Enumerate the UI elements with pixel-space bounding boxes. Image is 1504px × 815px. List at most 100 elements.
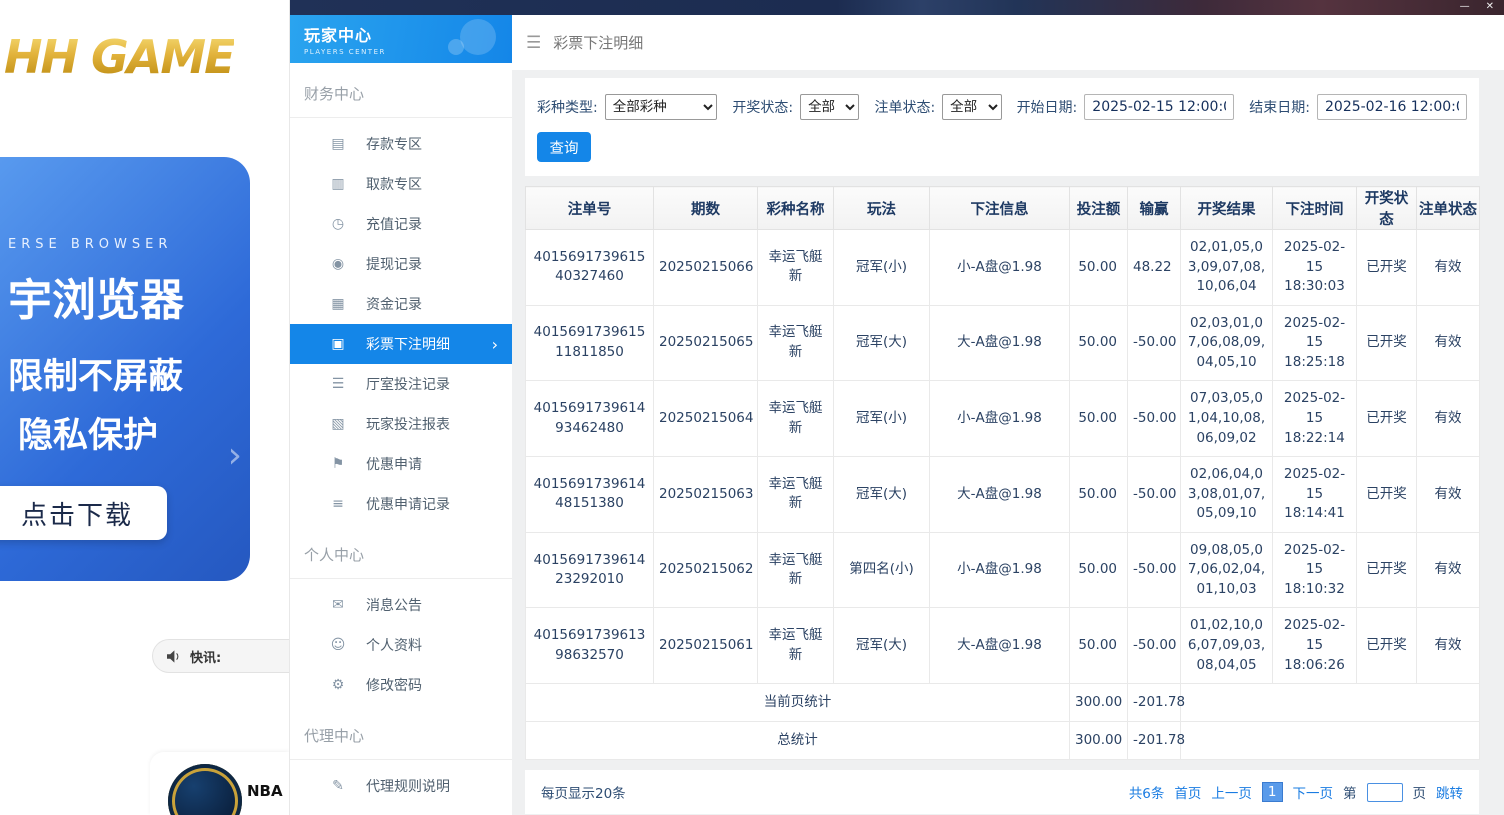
hamburger-icon[interactable]: ☰ — [526, 33, 541, 53]
cell-win-loss: -50.00 — [1128, 457, 1181, 533]
report-icon: ▧ — [330, 416, 346, 432]
cell-bet-time: 2025-02-15 18:22:14 — [1273, 381, 1357, 457]
sidebar-item-fund-records[interactable]: ▦ 资金记录 — [290, 284, 512, 324]
cell-bet-no: 401569173961511811850 — [526, 305, 654, 381]
cell-lottery: 幸运飞艇新 — [758, 381, 834, 457]
table-row: 401569173961448151380 20250215063 幸运飞艇新 … — [526, 457, 1480, 533]
summary-win-loss: -201.78 — [1128, 684, 1181, 722]
sidebar-item-recharge-records[interactable]: ◷ 充值记录 — [290, 204, 512, 244]
search-button[interactable]: 查询 — [537, 132, 591, 162]
sidebar-item-label: 修改密码 — [366, 675, 422, 695]
cell-bet-time: 2025-02-15 18:30:03 — [1273, 230, 1357, 306]
draw-status-select[interactable]: 全部 — [800, 94, 859, 120]
sidebar-item-lottery-bet-details[interactable]: ▣ 彩票下注明细 › — [290, 324, 512, 364]
person-icon: ☺ — [330, 637, 346, 653]
col-win-loss: 输赢 — [1128, 187, 1181, 230]
pagination-bar: 每页显示20条 共6条 首页 上一页 1 下一页 第 页 跳转 — [525, 770, 1479, 814]
start-date-input[interactable] — [1084, 94, 1234, 120]
page-jump-input[interactable] — [1367, 783, 1403, 802]
end-date-input[interactable] — [1317, 94, 1467, 120]
sidebar-item-agent-rules[interactable]: ✎ 代理规则说明 — [290, 766, 512, 806]
jump-button[interactable]: 跳转 — [1436, 782, 1463, 802]
cell-bet-info: 大-A盘@1.98 — [930, 457, 1070, 533]
cell-play: 冠军(小) — [834, 230, 930, 306]
sidebar-item-promo-apply-records[interactable]: ≡ 优惠申请记录 — [290, 484, 512, 524]
sidebar-item-label: 存款专区 — [366, 134, 422, 154]
cell-bet-status: 有效 — [1417, 381, 1480, 457]
download-button[interactable]: 点击下载 — [0, 486, 167, 540]
bet-status-label: 注单状态: — [874, 97, 935, 117]
cell-amount: 50.00 — [1070, 381, 1128, 457]
sidebar-item-player-bet-report[interactable]: ▧ 玩家投注报表 — [290, 404, 512, 444]
total-count: 共6条 — [1129, 782, 1165, 802]
cell-play: 冠军(小) — [834, 381, 930, 457]
player-center-panel: — ✕ 玩家中心 PLAYERS CENTER 财务中心 ▤ 存款专区 ▥ 取款… — [290, 0, 1504, 815]
cell-bet-status: 有效 — [1417, 230, 1480, 306]
sidebar-item-change-password[interactable]: ⚙ 修改密码 — [290, 665, 512, 705]
table-header-row: 注单号 期数 彩种名称 玩法 下注信息 投注额 输赢 开奖结果 下注时间 开奖状… — [526, 187, 1480, 230]
sidebar-item-label: 取款专区 — [366, 174, 422, 194]
cell-result: 02,01,05,03,09,07,08,10,06,04 — [1181, 230, 1273, 306]
sidebar-item-withdraw[interactable]: ▥ 取款专区 — [290, 164, 512, 204]
cell-result: 01,02,10,06,07,09,03,08,04,05 — [1181, 608, 1273, 684]
cell-amount: 50.00 — [1070, 305, 1128, 381]
sidebar-item-messages[interactable]: ✉ 消息公告 — [290, 585, 512, 625]
background-page: HH GAME ERSE BROWSER 宇浏览器 限制不屏蔽 隐私保护 点击下… — [0, 0, 290, 815]
sidebar: 玩家中心 PLAYERS CENTER 财务中心 ▤ 存款专区 ▥ 取款专区 ◷… — [290, 15, 512, 815]
close-button[interactable]: ✕ — [1486, 0, 1494, 14]
sidebar-item-label: 代理规则说明 — [366, 776, 450, 796]
cell-win-loss: -50.00 — [1128, 532, 1181, 608]
cell-period: 20250215066 — [654, 230, 758, 306]
cell-bet-info: 小-A盘@1.98 — [930, 381, 1070, 457]
lottery-type-select[interactable]: 全部彩种 — [605, 94, 718, 120]
current-page-button[interactable]: 1 — [1262, 782, 1283, 802]
cell-play: 冠军(大) — [834, 608, 930, 684]
next-page-link[interactable]: 下一页 — [1293, 782, 1334, 802]
sidebar-item-hall-bet-records[interactable]: ☰ 厅室投注记录 — [290, 364, 512, 404]
section-label-finance: 财务中心 — [290, 63, 512, 118]
cell-bet-time: 2025-02-15 18:10:32 — [1273, 532, 1357, 608]
filter-panel: 彩种类型: 全部彩种 开奖状态: 全部 注单状态: 全部 开始日期: — [525, 78, 1479, 176]
col-bet-no: 注单号 — [526, 187, 654, 230]
cell-bet-info: 大-A盘@1.98 — [930, 305, 1070, 381]
sidebar-item-profile[interactable]: ☺ 个人资料 — [290, 625, 512, 665]
jump-suffix: 页 — [1413, 782, 1427, 802]
sidebar-item-agent-team-stats[interactable]: ▨ 代理团队统计 — [290, 806, 512, 815]
sidebar-item-deposit[interactable]: ▤ 存款专区 — [290, 124, 512, 164]
col-bet-info: 下注信息 — [930, 187, 1070, 230]
banner-tagline: ERSE BROWSER — [8, 237, 250, 252]
bell-icon: ✉ — [330, 597, 346, 613]
summary-label: 总统计 — [526, 722, 1070, 760]
cell-win-loss: -50.00 — [1128, 381, 1181, 457]
cell-draw-status: 已开奖 — [1357, 230, 1417, 306]
gift-icon: ⚑ — [330, 456, 346, 472]
list-icon: ≡ — [330, 496, 346, 512]
cell-bet-no: 401569173961540327460 — [526, 230, 654, 306]
section-label-agent: 代理中心 — [290, 705, 512, 760]
news-marquee: 快讯: — [152, 639, 290, 673]
document-icon: ✎ — [330, 778, 346, 794]
cell-win-loss: -50.00 — [1128, 305, 1181, 381]
cell-bet-no: 401569173961423292010 — [526, 532, 654, 608]
minimize-button[interactable]: — — [1460, 0, 1470, 14]
sidebar-item-label: 提现记录 — [366, 254, 422, 274]
cell-period: 20250215063 — [654, 457, 758, 533]
bet-status-select[interactable]: 全部 — [942, 94, 1001, 120]
sidebar-subtitle: PLAYERS CENTER — [304, 48, 498, 56]
nba-label: NBA — [247, 782, 283, 800]
cell-lottery: 幸运飞艇新 — [758, 230, 834, 306]
cell-bet-time: 2025-02-15 18:06:26 — [1273, 608, 1357, 684]
section-label-personal: 个人中心 — [290, 524, 512, 579]
page-header: ☰ 彩票下注明细 — [512, 15, 1504, 70]
summary-amount: 300.00 — [1070, 722, 1128, 760]
total-summary-row: 总统计 300.00 -201.78 — [526, 722, 1480, 760]
sidebar-item-withdrawal-records[interactable]: ◉ 提现记录 — [290, 244, 512, 284]
cell-draw-status: 已开奖 — [1357, 608, 1417, 684]
sidebar-item-promo-apply[interactable]: ⚑ 优惠申请 — [290, 444, 512, 484]
cell-play: 第四名(小) — [834, 532, 930, 608]
cell-draw-status: 已开奖 — [1357, 305, 1417, 381]
first-page-link[interactable]: 首页 — [1174, 782, 1201, 802]
prev-page-link[interactable]: 上一页 — [1211, 782, 1252, 802]
carousel-next-icon[interactable]: › — [228, 435, 242, 476]
site-logo[interactable]: HH GAME — [4, 30, 234, 84]
